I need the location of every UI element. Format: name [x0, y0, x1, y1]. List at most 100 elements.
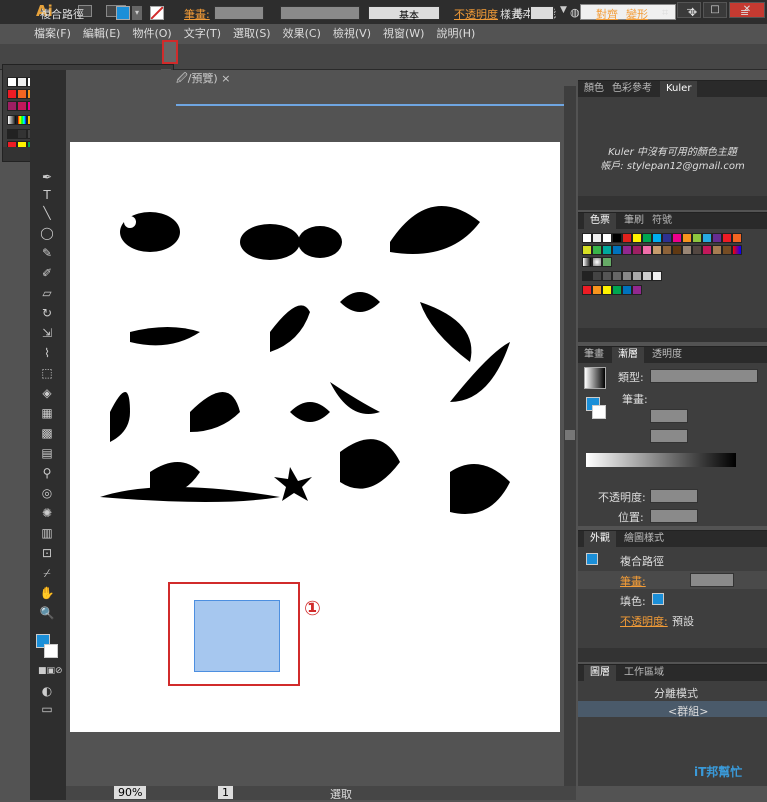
swatch[interactable] [622, 233, 632, 243]
swatch[interactable] [702, 233, 712, 243]
swatch-registration[interactable] [17, 77, 27, 87]
swatch-gradient[interactable] [7, 115, 17, 125]
swatch[interactable] [602, 285, 612, 295]
panel-menu-icon[interactable]: ≡ [740, 6, 749, 19]
swatch-gray[interactable] [17, 129, 27, 139]
swatch[interactable] [632, 245, 642, 255]
swatch[interactable] [732, 233, 742, 243]
swatch-gray[interactable] [7, 129, 17, 139]
tab-appearance[interactable]: 外觀 [584, 531, 616, 547]
menu-effect[interactable]: 效果(C) [283, 24, 321, 44]
line-tool-icon[interactable]: ╲ [38, 206, 56, 222]
appearance-stroke-weight[interactable] [690, 573, 734, 587]
swatch[interactable] [672, 245, 682, 255]
swatch[interactable] [672, 233, 682, 243]
draw-mode-icon[interactable]: ◐ [38, 684, 56, 700]
tab-symbols[interactable]: 符號 [652, 213, 672, 229]
swatch[interactable] [7, 89, 17, 99]
variable-width-select[interactable] [280, 6, 360, 20]
mesh-tool-icon[interactable]: ▩ [38, 426, 56, 442]
tab-swatches[interactable]: 色票 [584, 213, 616, 229]
swatch-white[interactable] [602, 233, 612, 243]
swatch[interactable] [17, 101, 27, 111]
swatch[interactable] [722, 245, 732, 255]
swatch[interactable] [602, 245, 612, 255]
swatch[interactable] [652, 233, 662, 243]
menu-view[interactable]: 檢視(V) [333, 24, 371, 44]
swatch[interactable] [592, 245, 602, 255]
swatch[interactable] [17, 89, 27, 99]
swatch-black[interactable] [612, 233, 622, 243]
stroke-weight-input[interactable] [214, 6, 264, 20]
maximize-button[interactable]: □ [703, 2, 727, 18]
swatch-gray[interactable] [652, 271, 662, 281]
tab-color-guide[interactable]: 色彩參考 [612, 81, 652, 97]
tab-kuler[interactable]: Kuler [660, 81, 698, 97]
swatch[interactable] [692, 233, 702, 243]
swatch[interactable] [652, 245, 662, 255]
appearance-stroke-label[interactable]: 筆畫: [620, 573, 646, 589]
gradient-slider[interactable] [586, 453, 736, 467]
swatch-gray[interactable] [592, 271, 602, 281]
tab-layers[interactable]: 圖層 [584, 665, 616, 681]
swatch-gray[interactable] [602, 271, 612, 281]
swatch-gray[interactable] [582, 271, 592, 281]
layer-name[interactable]: 分離模式 [654, 685, 698, 701]
swatch[interactable] [622, 285, 632, 295]
brush-style-select[interactable]: 基本 [368, 6, 440, 22]
swatch[interactable] [612, 285, 622, 295]
swatch[interactable] [682, 245, 692, 255]
swatch[interactable] [592, 285, 602, 295]
slice-tool-icon[interactable]: ⌿ [38, 566, 56, 582]
selected-compound-path[interactable] [194, 600, 280, 672]
zoom-select[interactable]: 90% [114, 786, 147, 799]
swatch[interactable] [712, 233, 722, 243]
swatch[interactable] [722, 233, 732, 243]
swatch-gray[interactable] [642, 271, 652, 281]
rotate-tool-icon[interactable]: ↻ [38, 306, 56, 322]
swatch[interactable] [712, 245, 722, 255]
swatch[interactable] [702, 245, 712, 255]
zoom-tool-icon[interactable]: 🔍 [38, 606, 56, 622]
swatch-gradient[interactable] [17, 115, 27, 125]
swatch-none[interactable] [582, 233, 592, 243]
tab-transparency[interactable]: 透明度 [652, 347, 682, 363]
tab-gradient[interactable]: 漸層 [612, 347, 644, 363]
fill-dropdown[interactable]: ▾ [132, 6, 142, 20]
stroke-label[interactable]: 筆畫: [184, 6, 210, 22]
swatch[interactable] [622, 245, 632, 255]
gradient-preview[interactable] [584, 367, 606, 389]
swatch-gradient[interactable] [732, 245, 742, 255]
artboard-number[interactable]: 1 [218, 786, 233, 799]
stroke-color-swatch[interactable] [44, 644, 58, 658]
menu-edit[interactable]: 編輯(E) [83, 24, 121, 44]
ellipse-tool-icon[interactable]: ◯ [38, 226, 56, 242]
blend-tool-icon[interactable]: ◎ [38, 486, 56, 502]
color-mode-icons[interactable]: ■▣⊘ [38, 666, 63, 682]
tab-graphic-styles[interactable]: 繪圖樣式 [624, 531, 664, 547]
scale-tool-icon[interactable]: ⇲ [38, 326, 56, 342]
position-field[interactable] [650, 509, 698, 523]
stroke-dropdown[interactable] [162, 40, 178, 64]
align-label[interactable]: 對齊 [596, 6, 618, 22]
graph-tool-icon[interactable]: ▥ [38, 526, 56, 542]
tab-stroke[interactable]: 筆畫 [584, 347, 604, 363]
menu-help[interactable]: 說明(H) [436, 24, 475, 44]
menu-window[interactable]: 視窗(W) [383, 24, 424, 44]
scroll-thumb[interactable] [565, 430, 575, 440]
swatch[interactable] [642, 233, 652, 243]
menu-file[interactable]: 檔案(F) [34, 24, 71, 44]
tab-artboards[interactable]: 工作區域 [624, 665, 664, 681]
group-name[interactable]: <群組> [668, 703, 708, 719]
eraser-tool-icon[interactable]: ▱ [38, 286, 56, 302]
blob-brush-icon[interactable]: ✐ [38, 266, 56, 282]
document-tab[interactable]: 🖉/預覽) × [176, 70, 230, 86]
appearance-row-stroke[interactable] [578, 571, 767, 589]
tab-color[interactable]: 顏色 [584, 81, 604, 97]
gradient-type-select[interactable] [650, 369, 758, 383]
swatch[interactable] [7, 101, 17, 111]
swatch[interactable] [612, 245, 622, 255]
angle-field[interactable] [650, 409, 688, 423]
opacity-label[interactable]: 不透明度 [454, 6, 498, 22]
swatch-gray[interactable] [632, 271, 642, 281]
